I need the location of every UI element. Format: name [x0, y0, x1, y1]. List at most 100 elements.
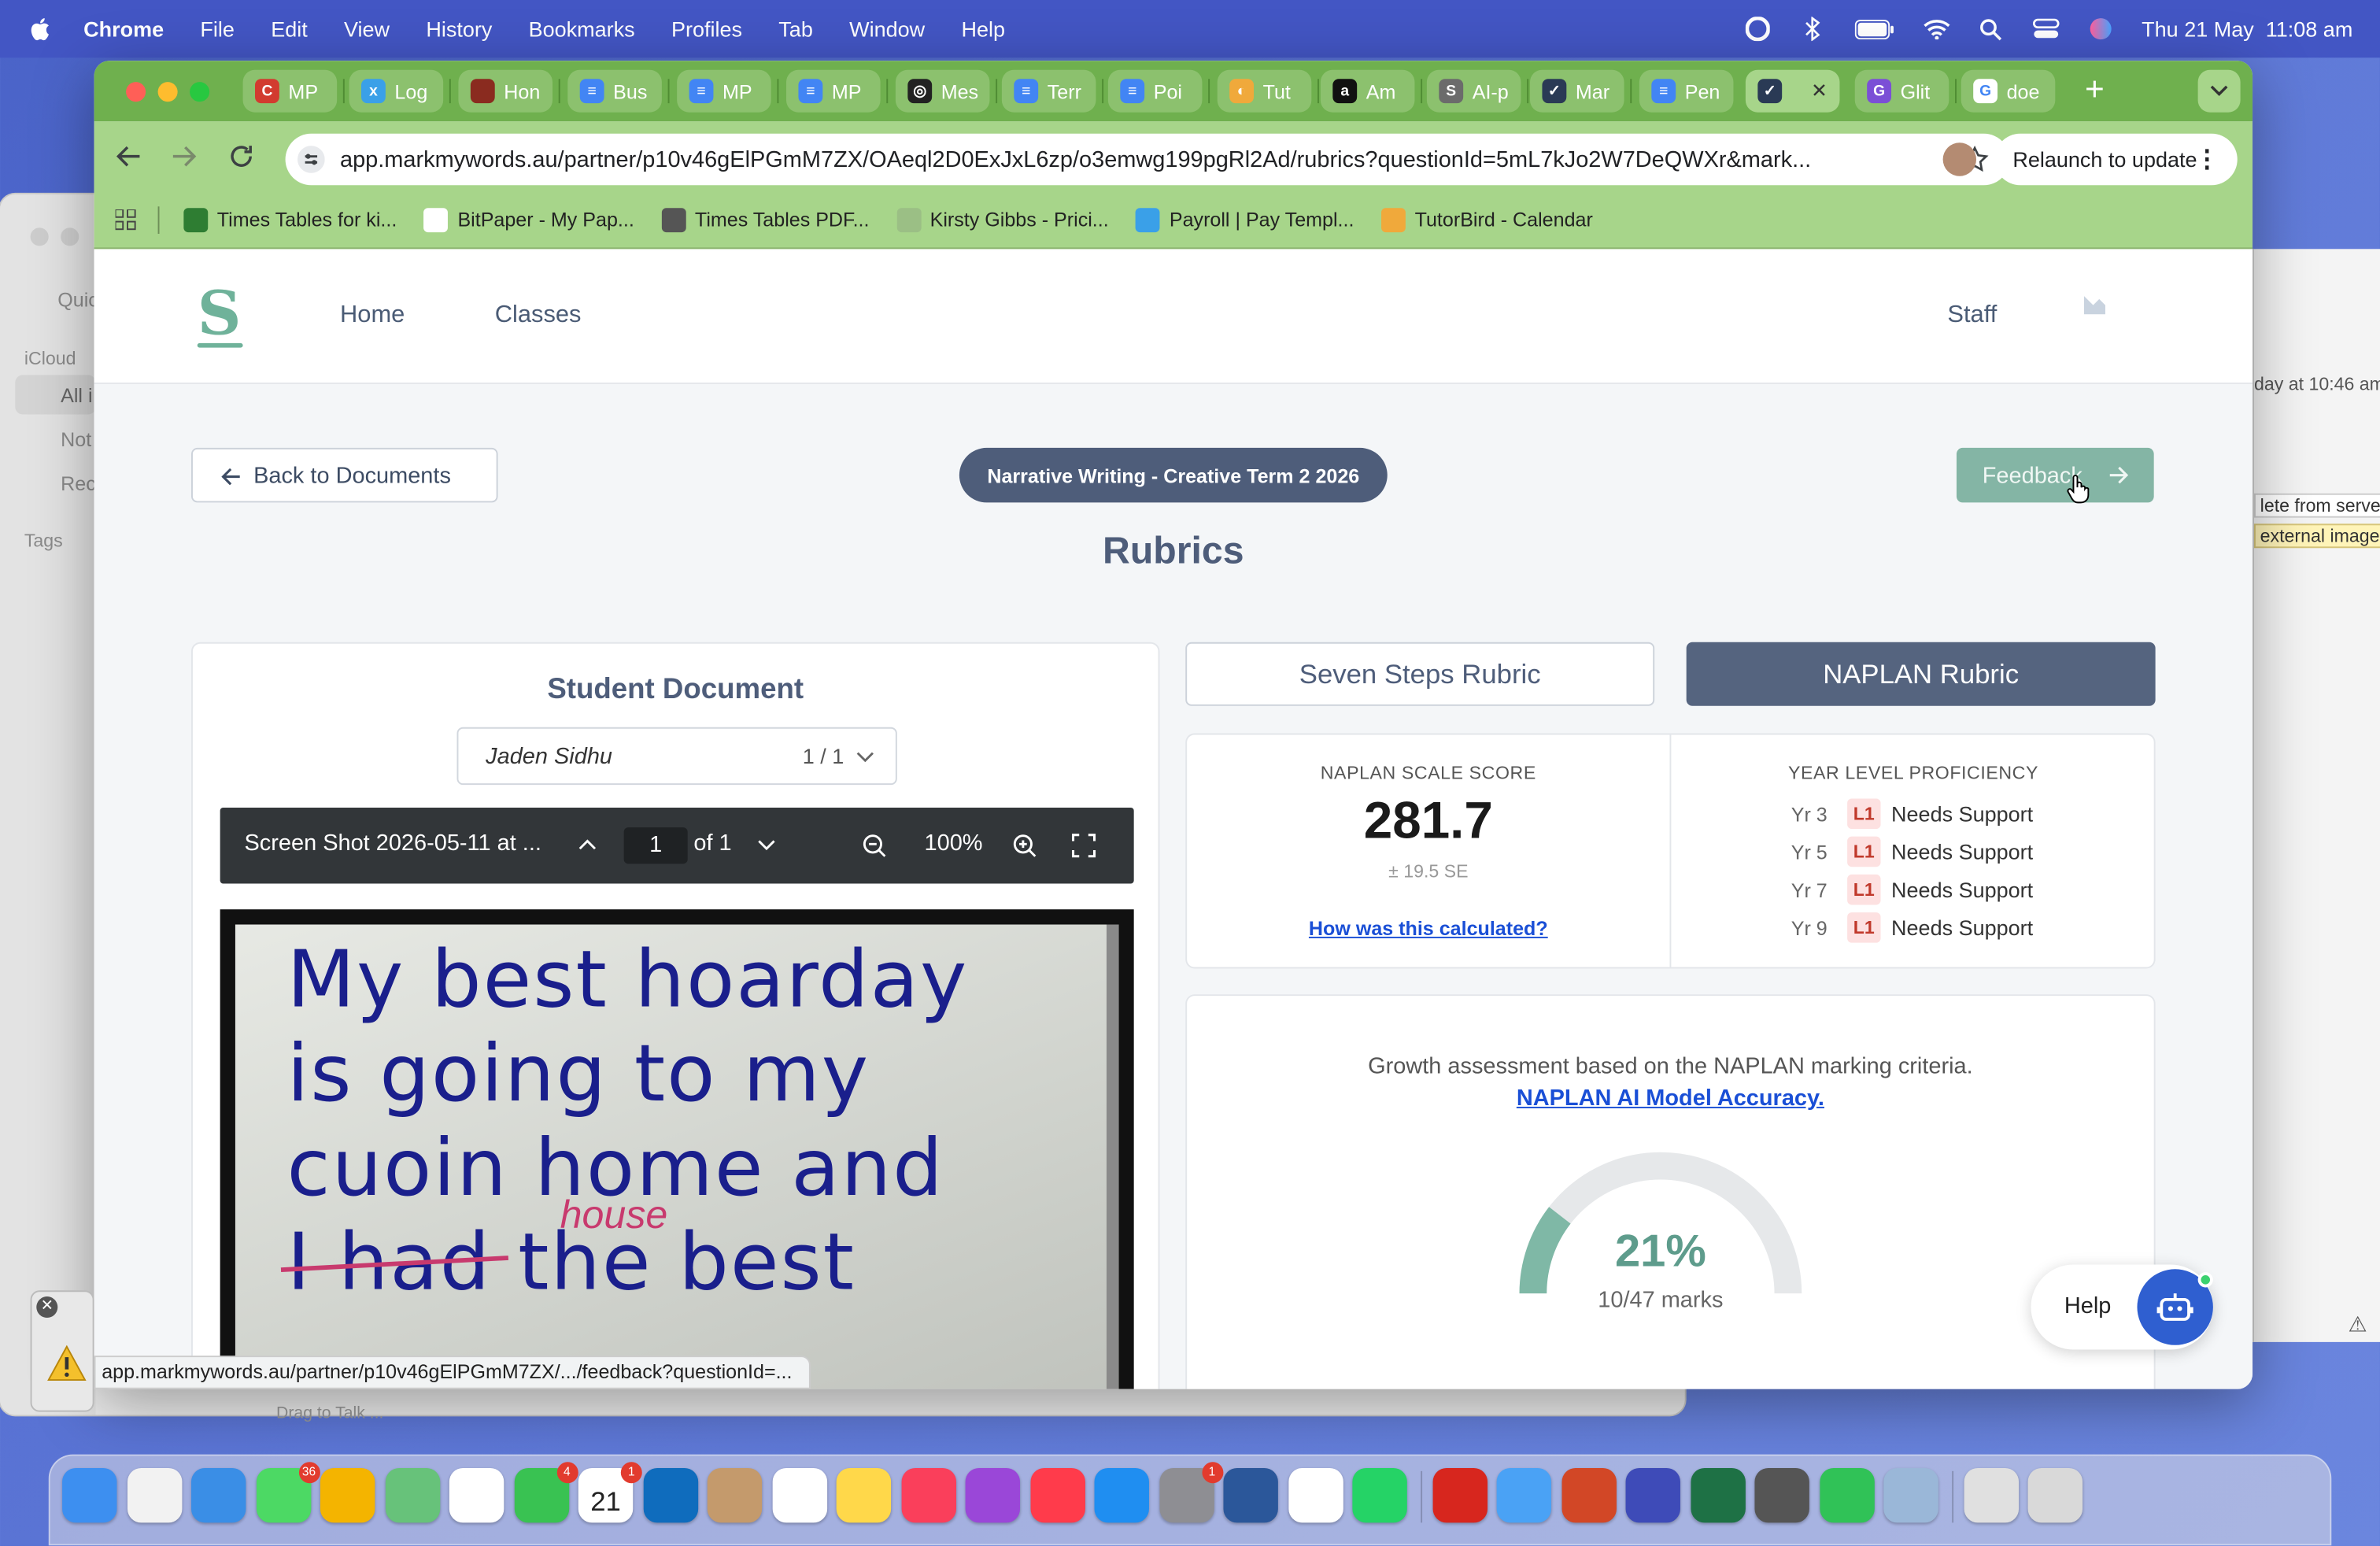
menu-file[interactable]: File — [200, 17, 235, 41]
dock-app-grammarly[interactable] — [1625, 1467, 1680, 1523]
sidebar-item-notes[interactable]: Not — [61, 428, 91, 451]
user-avatar-broken-image[interactable] — [2081, 290, 2108, 317]
siri-icon[interactable] — [2087, 17, 2115, 41]
apps-grid-icon[interactable] — [115, 209, 137, 230]
browser-tab[interactable]: ≡ MP — [677, 69, 771, 113]
browser-tab[interactable]: x Log — [349, 69, 444, 113]
dock-app-facetime[interactable]: 4 — [513, 1462, 578, 1523]
window-minimize-inactive[interactable] — [61, 227, 79, 246]
nav-staff[interactable]: Staff — [1947, 302, 1997, 330]
dock-app-gimp[interactable] — [1754, 1467, 1809, 1523]
dock-app-outlook[interactable] — [642, 1467, 698, 1523]
browser-tab[interactable]: S AI-p — [1426, 69, 1521, 113]
dock-app-contacts[interactable] — [707, 1467, 763, 1523]
browser-tab[interactable]: ≡ Bus — [567, 69, 662, 113]
bookmark-item[interactable]: Kirsty Gibbs - Prici... — [896, 207, 1109, 232]
dock-app-system-settings[interactable]: 1 — [1159, 1462, 1223, 1523]
browser-tab[interactable]: Hon — [458, 69, 553, 113]
dock-app-whatsapp[interactable] — [1352, 1467, 1407, 1523]
menu-view[interactable]: View — [344, 17, 390, 41]
browser-tab[interactable]: G Glit — [1854, 69, 1949, 113]
window-close-button[interactable] — [126, 82, 146, 102]
profile-avatar[interactable] — [1942, 142, 1977, 176]
close-tab-icon[interactable]: ✕ — [1811, 79, 1828, 103]
dock-app-app-store[interactable] — [1094, 1467, 1149, 1523]
dock-app-calendar[interactable]: 21 1 — [578, 1462, 642, 1523]
spotlight-search-icon[interactable] — [1978, 17, 2005, 41]
nav-classes[interactable]: Classes — [495, 302, 582, 330]
bluetooth-icon[interactable] — [1798, 17, 1826, 42]
sidebar-item-quick[interactable]: Quic — [57, 288, 98, 311]
close-icon[interactable]: ✕ — [36, 1296, 58, 1319]
tab-search-button[interactable] — [2197, 69, 2241, 113]
student-select[interactable]: Jaden Sidhu 1 / 1 — [456, 727, 897, 786]
sidebar-item-all[interactable]: All i — [61, 384, 92, 407]
dock-app-finder[interactable] — [62, 1467, 117, 1523]
dock-app-trash[interactable] — [2027, 1467, 2083, 1523]
dock-app-mail[interactable] — [1496, 1467, 1552, 1523]
relaunch-to-update-button[interactable]: Relaunch to update ⋮ — [1994, 133, 2238, 186]
browser-tab[interactable]: ≡ MP — [786, 69, 881, 113]
dock-app-notes[interactable] — [836, 1467, 892, 1523]
menu-bookmarks[interactable]: Bookmarks — [529, 17, 635, 41]
browser-tab[interactable]: ◐ Tut — [1217, 69, 1312, 113]
bookmark-item[interactable]: Times Tables PDF... — [661, 207, 869, 232]
feedback-button[interactable]: Feedback — [1956, 447, 2154, 504]
wifi-icon[interactable] — [1923, 17, 1950, 41]
dock-app-printer[interactable] — [1963, 1467, 2019, 1523]
dock-app-numbers[interactable] — [1819, 1467, 1874, 1523]
bookmark-item[interactable]: TutorBird - Calendar — [1381, 207, 1593, 232]
reload-icon[interactable] — [227, 142, 255, 170]
dock-app-launchpad[interactable] — [127, 1467, 182, 1523]
delete-from-server-button[interactable]: lete from server — [2253, 493, 2380, 518]
apple-icon[interactable] — [29, 15, 54, 43]
dock-app-maps[interactable] — [384, 1467, 440, 1523]
model-accuracy-link[interactable]: NAPLAN AI Model Accuracy. — [1187, 1086, 2154, 1111]
dock-app-reminders[interactable] — [771, 1467, 827, 1523]
dock-app-chrome[interactable] — [320, 1467, 375, 1523]
help-widget-button[interactable]: Help — [2031, 1264, 2213, 1350]
back-to-documents-button[interactable]: Back to Documents — [191, 447, 498, 503]
site-info-icon[interactable] — [298, 146, 325, 173]
browser-tab[interactable]: ≡ Pen — [1639, 69, 1734, 113]
grammarly-icon[interactable] — [1744, 17, 1772, 42]
forward-arrow-icon[interactable] — [170, 142, 198, 170]
bookmark-item[interactable]: Times Tables for ki... — [183, 207, 397, 232]
browser-tab[interactable]: ◎ Mes — [895, 69, 990, 113]
menu-help[interactable]: Help — [961, 17, 1005, 41]
nav-home[interactable]: Home — [340, 302, 405, 330]
dock-app-safari[interactable] — [191, 1467, 246, 1523]
chevron-down-icon[interactable] — [757, 840, 775, 852]
window-minimize-button[interactable] — [157, 82, 178, 102]
chatbot-button[interactable] — [2137, 1269, 2213, 1345]
browser-tab[interactable]: ≡ Poi — [1107, 69, 1203, 113]
browser-tab[interactable]: ✓ Mar — [1530, 69, 1624, 113]
menu-window[interactable]: Window — [849, 17, 925, 41]
tab-seven-steps-rubric[interactable]: Seven Steps Rubric — [1185, 642, 1655, 706]
sidebar-item-recent[interactable]: Rec — [61, 472, 96, 495]
dock-app-music[interactable] — [900, 1467, 956, 1523]
page-number-input[interactable]: 1 — [623, 827, 688, 864]
menu-clock[interactable]: Thu 21 May 11:08 am — [2142, 17, 2352, 41]
dock-app-messages[interactable]: 36 — [255, 1462, 320, 1523]
menu-app-name[interactable]: Chrome — [83, 17, 164, 41]
menu-edit[interactable]: Edit — [271, 17, 308, 41]
notification-alert[interactable]: ✕ — [30, 1290, 94, 1412]
back-arrow-icon[interactable] — [116, 142, 143, 170]
how-calculated-link[interactable]: How was this calculated? — [1187, 917, 1669, 940]
menu-tab[interactable]: Tab — [778, 17, 813, 41]
fullscreen-icon[interactable] — [1071, 834, 1096, 858]
load-external-images-button[interactable]: external images — [2253, 523, 2380, 549]
dock-app-google-calendar[interactable] — [1288, 1467, 1343, 1523]
dock-app-word[interactable] — [1223, 1467, 1278, 1523]
battery-icon[interactable] — [1853, 17, 1896, 41]
browser-tab[interactable]: Gdoe — [1961, 69, 2056, 113]
dock-app-acrobat[interactable] — [1432, 1467, 1488, 1523]
menu-history[interactable]: History — [426, 17, 492, 41]
dock-app-excel[interactable] — [1690, 1467, 1745, 1523]
window-close-inactive[interactable] — [30, 227, 49, 246]
browser-tab[interactable]: ≡ Terr — [1001, 69, 1096, 113]
bookmark-item[interactable]: Payroll | Pay Templ... — [1136, 207, 1354, 232]
window-zoom-button[interactable] — [190, 82, 210, 102]
browser-tab[interactable]: a Am — [1320, 69, 1415, 113]
